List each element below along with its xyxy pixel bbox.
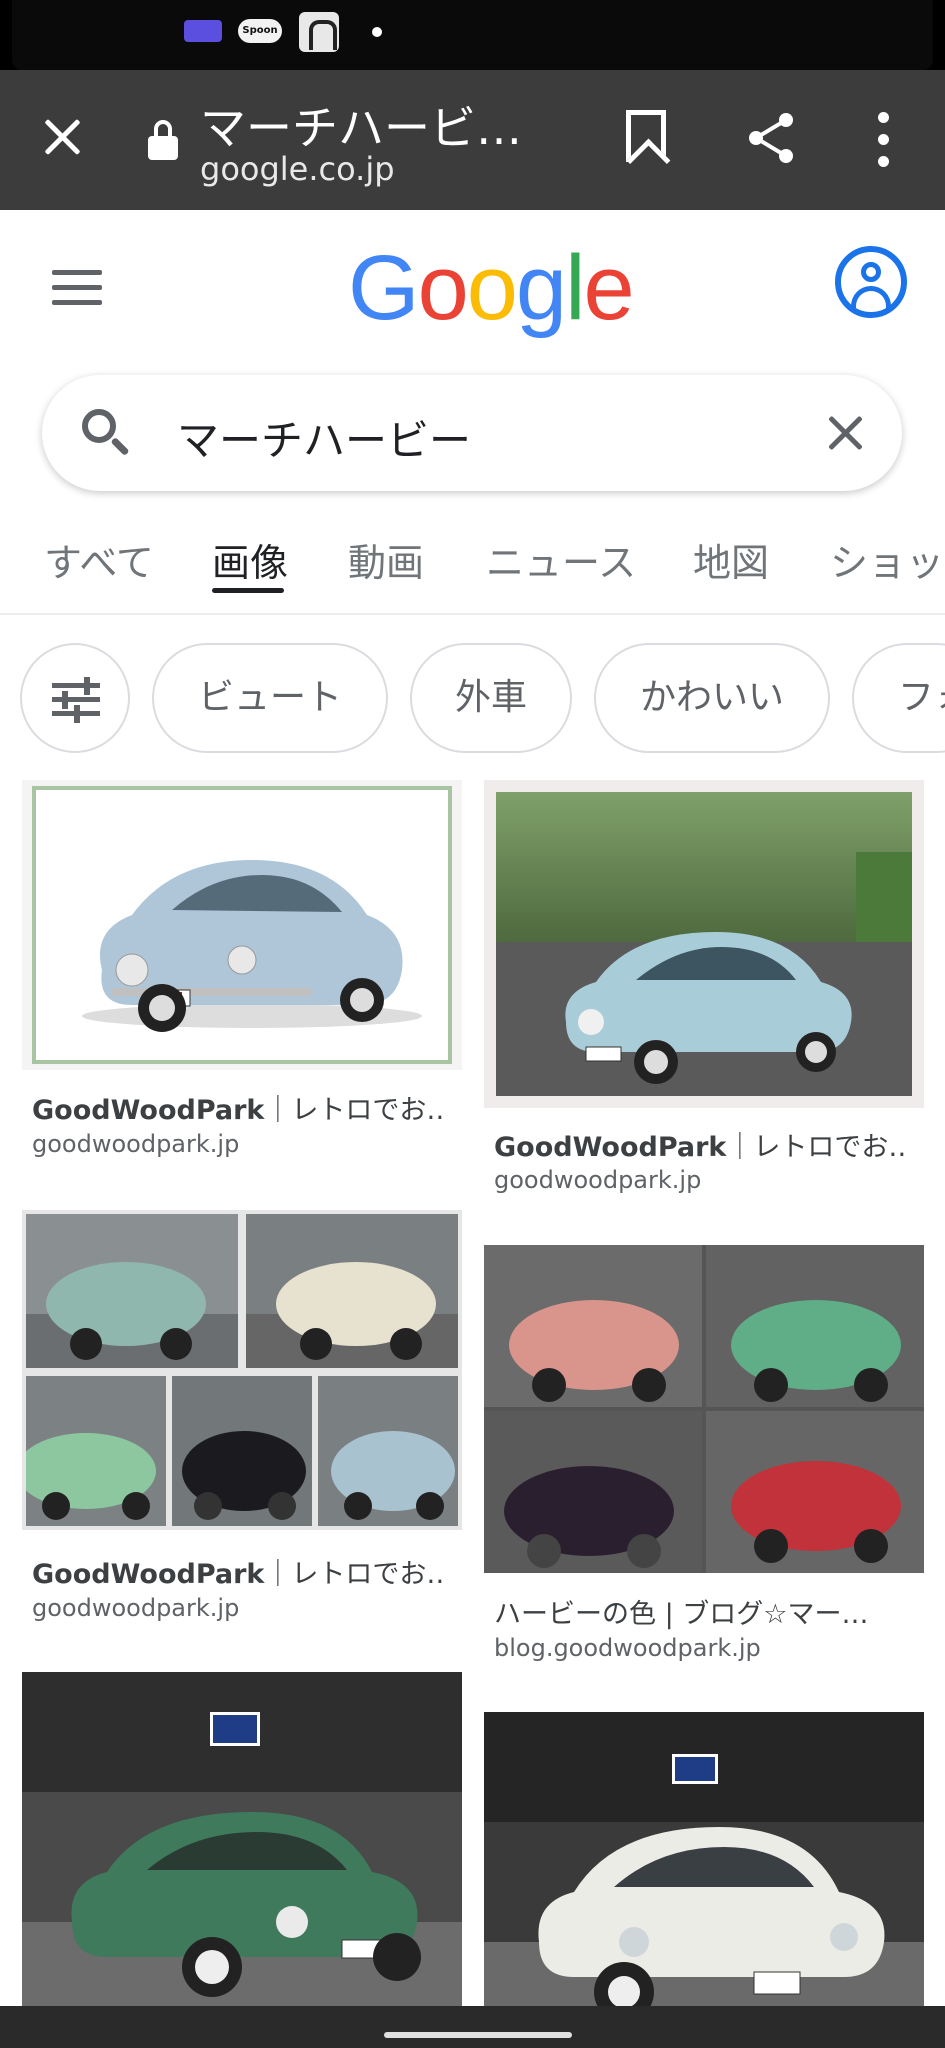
page-url[interactable]: google.co.jp: [200, 150, 395, 188]
account-icon[interactable]: [835, 246, 907, 318]
spoon-icon: Spoon: [238, 19, 282, 43]
result-title[interactable]: ハービーの色 | ブログ☆マー…: [494, 1592, 904, 1631]
status-bar: Spoon: [0, 0, 945, 70]
browser-toolbar: マーチハービ… google.co.jp: [0, 70, 945, 210]
result-image[interactable]: [484, 1712, 924, 2006]
home-gesture-handle[interactable]: [384, 2032, 572, 2038]
tab-news[interactable]: ニュース: [486, 532, 636, 587]
search-box[interactable]: マーチハービー: [42, 375, 902, 491]
hamburger-menu-icon[interactable]: [52, 270, 104, 306]
more-vert-icon[interactable]: [872, 112, 896, 168]
clear-icon[interactable]: [824, 411, 868, 455]
result-domain[interactable]: blog.goodwoodpark.jp: [494, 1634, 761, 1662]
active-tab-indicator: [212, 588, 284, 593]
tab-all[interactable]: すべて: [44, 532, 154, 587]
google-logo[interactable]: Google: [348, 238, 635, 338]
search-input[interactable]: マーチハービー: [177, 407, 471, 468]
lock-icon[interactable]: [148, 120, 178, 160]
result-title[interactable]: GoodWoodPark｜レトロでお…: [32, 1088, 442, 1127]
result-domain[interactable]: goodwoodpark.jp: [494, 1166, 701, 1194]
result-image[interactable]: [22, 1210, 462, 1530]
chip-beauty[interactable]: ビュート: [152, 643, 388, 753]
tab-videos[interactable]: 動画: [348, 532, 424, 587]
share-icon[interactable]: [742, 108, 802, 168]
result-title[interactable]: GoodWoodPark｜レトロでお…: [494, 1125, 904, 1164]
result-image[interactable]: [484, 1245, 924, 1573]
result-image[interactable]: [22, 1672, 462, 2006]
app-icon: [299, 12, 339, 52]
search-icon[interactable]: [82, 409, 132, 459]
result-domain[interactable]: goodwoodpark.jp: [32, 1594, 239, 1622]
dot-icon: [372, 27, 382, 37]
status-bar-inner: Spoon: [12, 0, 933, 70]
close-icon[interactable]: [38, 112, 88, 162]
result-title[interactable]: GoodWoodPark｜レトロでお…: [32, 1552, 442, 1591]
chip-foreign-car[interactable]: 外車: [410, 643, 572, 753]
search-tabs: すべて 画像 動画 ニュース 地図 ショッ: [0, 520, 945, 615]
tab-shopping[interactable]: ショッ: [830, 532, 944, 587]
chip-fo[interactable]: フォ: [852, 643, 945, 753]
page-title[interactable]: マーチハービ…: [200, 92, 540, 158]
filter-tune-button[interactable]: [20, 643, 130, 753]
system-navigation-bar: [0, 2006, 945, 2048]
result-image[interactable]: [484, 780, 924, 1108]
chip-cute[interactable]: かわいい: [594, 643, 830, 753]
tab-maps[interactable]: 地図: [693, 532, 769, 587]
game-icon: [184, 20, 222, 42]
result-image[interactable]: [22, 780, 462, 1070]
result-domain[interactable]: goodwoodpark.jp: [32, 1130, 239, 1158]
bookmark-icon[interactable]: [626, 110, 666, 162]
tab-images[interactable]: 画像: [212, 532, 288, 587]
